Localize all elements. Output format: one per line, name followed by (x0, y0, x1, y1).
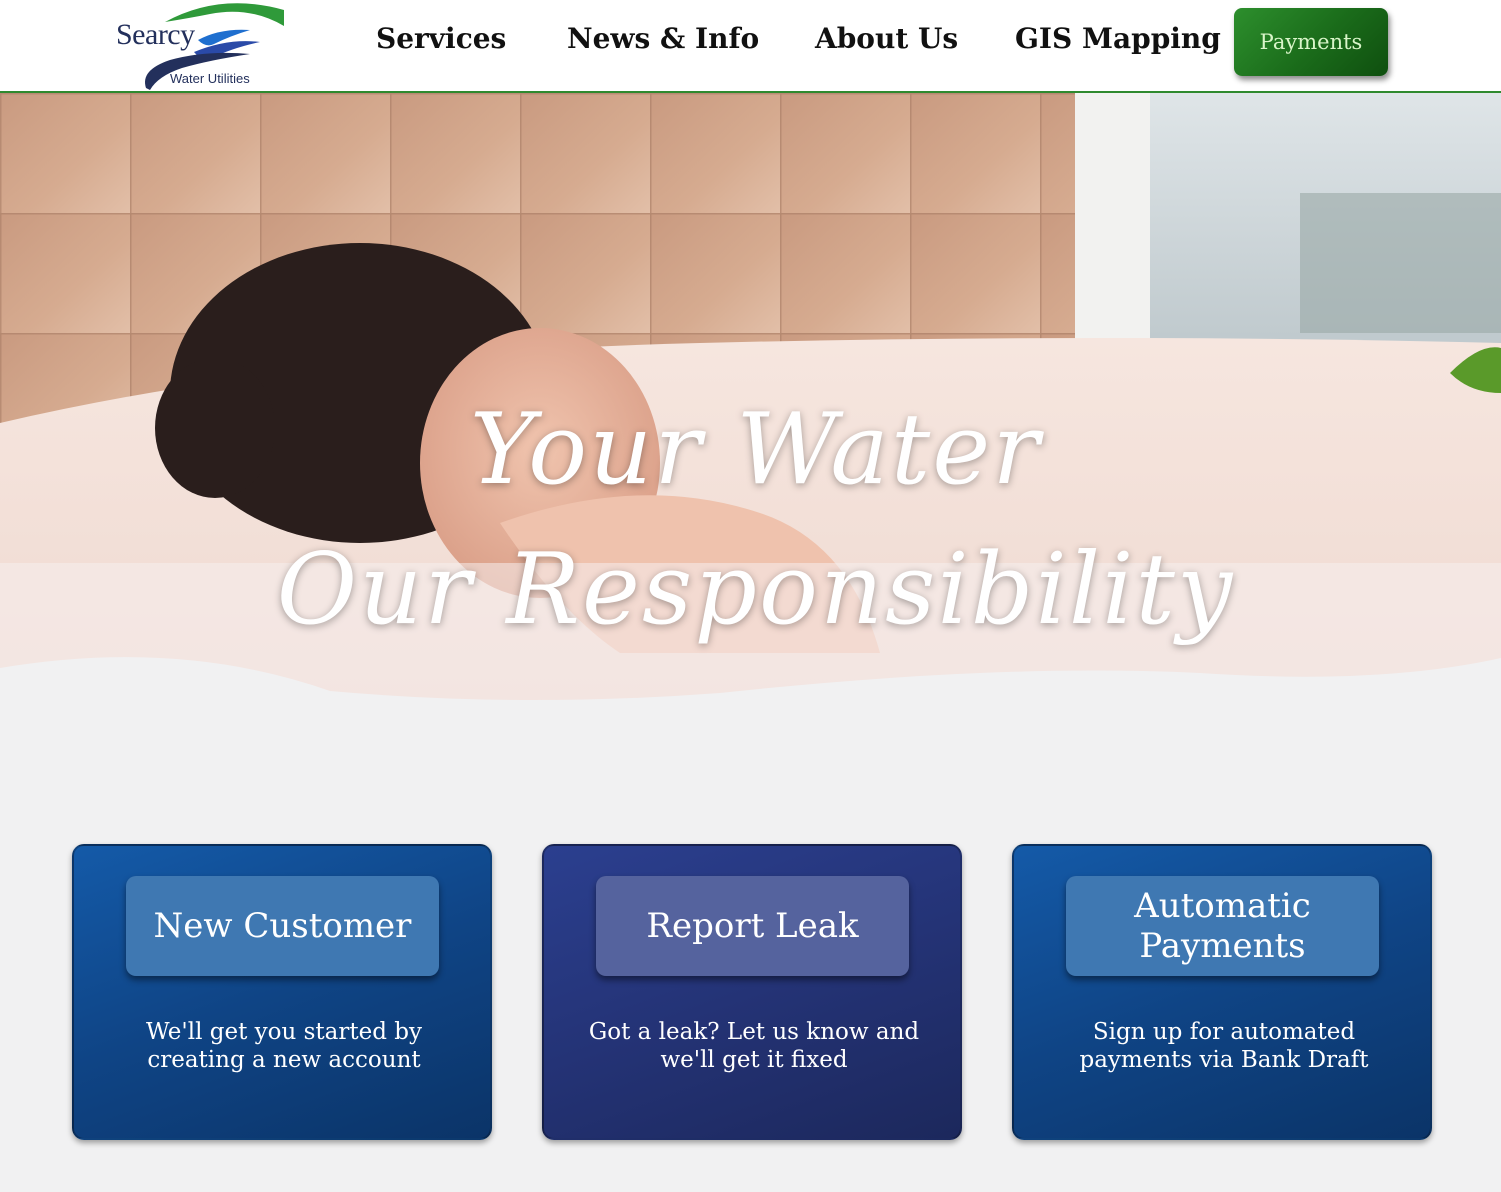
card-automatic-payments: Automatic Payments Sign up for automated… (1012, 844, 1432, 1140)
card-report-leak: Report Leak Got a leak? Let us know and … (542, 844, 962, 1140)
site-header: Searcy Water Utilities Services News & I… (0, 0, 1501, 93)
report-leak-button[interactable]: Report Leak (596, 876, 909, 976)
nav-gis-mapping[interactable]: GIS Mapping (1015, 22, 1221, 55)
nav-news-info[interactable]: News & Info (567, 22, 759, 55)
nav-services[interactable]: Services (376, 22, 506, 55)
hero-headline-line2: Our Responsibility (276, 533, 1235, 647)
new-customer-button[interactable]: New Customer (126, 876, 439, 976)
hero-banner: Your Water Our Responsibility (0, 93, 1501, 723)
nav-about-us[interactable]: About Us (815, 22, 958, 55)
report-leak-description: Got a leak? Let us know and we'll get it… (588, 1019, 920, 1073)
card-new-customer: New Customer We'll get you started by cr… (72, 844, 492, 1140)
new-customer-description: We'll get you started by creating a new … (146, 1019, 422, 1073)
payments-button[interactable]: Payments (1234, 8, 1388, 76)
automatic-payments-button[interactable]: Automatic Payments (1066, 876, 1379, 976)
automatic-payments-description: Sign up for automated payments via Bank … (1079, 1019, 1369, 1073)
hero-headline-line1: Your Water (469, 393, 1042, 507)
